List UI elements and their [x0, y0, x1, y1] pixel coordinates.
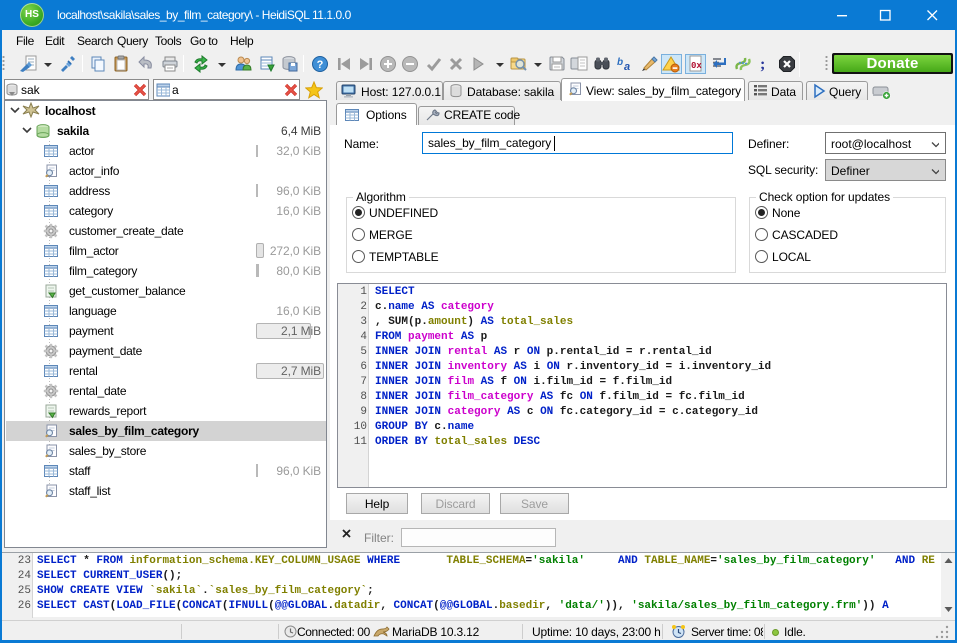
svg-text:b: b: [617, 57, 623, 68]
svg-text:;: ;: [760, 56, 765, 73]
svg-text:0x: 0x: [691, 61, 702, 71]
svg-text:?: ?: [317, 59, 324, 71]
svg-text:a: a: [624, 61, 630, 73]
